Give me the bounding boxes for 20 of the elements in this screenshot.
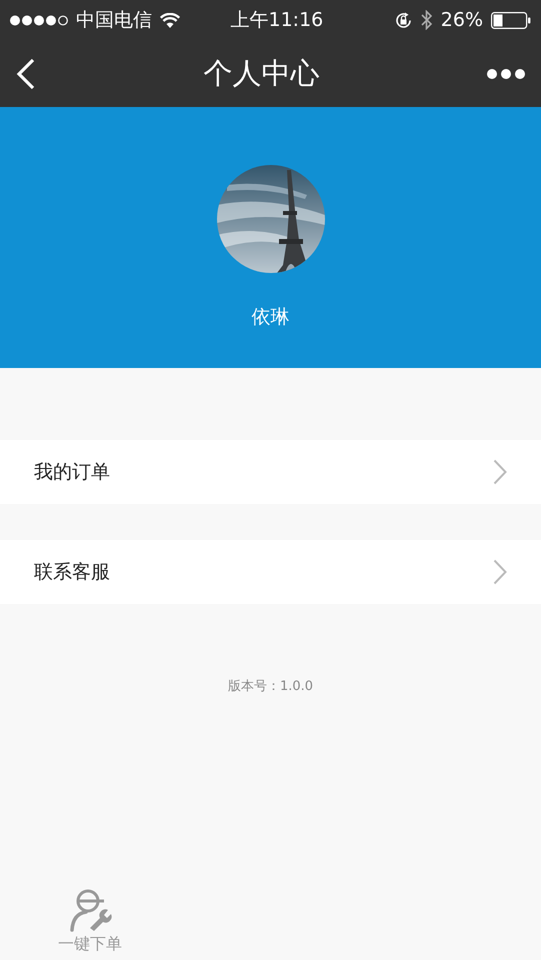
- carrier-name: 中国电信: [76, 8, 152, 33]
- user-name: 依琳: [252, 305, 290, 330]
- rotation-lock-icon: [394, 10, 413, 30]
- chevron-icon: [493, 459, 507, 485]
- chevron-icon: [493, 559, 507, 585]
- more-button[interactable]: [487, 68, 525, 78]
- version-text: 版本号：1.0.0: [228, 678, 314, 696]
- battery-percent: 26%: [440, 8, 483, 33]
- back-button[interactable]: [16, 58, 36, 90]
- battery-icon: [491, 12, 531, 28]
- page-title: 个人中心: [204, 54, 320, 92]
- menu-item[interactable]: 我的订单: [0, 440, 541, 504]
- signal-icon: [10, 14, 68, 26]
- user-wrench-icon: [68, 888, 112, 932]
- back-icon: [16, 58, 36, 90]
- wifi-icon: [160, 12, 180, 28]
- menu-item[interactable]: 联系客服: [0, 540, 541, 604]
- more-icon: [487, 68, 525, 78]
- bluetooth-icon: [420, 10, 433, 30]
- status-time: 上午11:16: [230, 8, 324, 31]
